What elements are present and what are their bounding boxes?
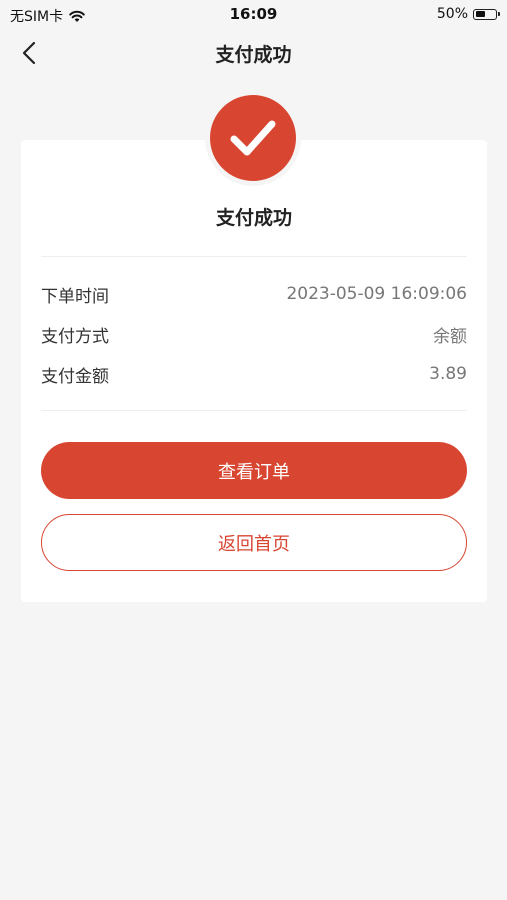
result-title: 支付成功 [215,207,292,229]
battery-percent: 50% [436,6,468,22]
order-time-label: 下单时间 [41,286,109,307]
payment-method-label: 支付方式 [41,326,109,347]
status-bar: 无SIM卡 16:09 50% [0,0,507,28]
order-time-row: 下单时间 2023-05-09 16:09:06 [41,281,467,307]
back-home-button[interactable]: 返回首页 [41,514,467,571]
payment-amount-label: 支付金额 [41,366,109,387]
view-order-button[interactable]: 查看订单 [41,442,467,499]
success-badge [205,90,301,186]
payment-amount-value: 3.89 [429,364,467,384]
divider-bottom [41,410,467,411]
divider-top [41,256,467,257]
payment-method-value: 余额 [433,326,467,347]
payment-method-row: 支付方式 余额 [41,321,467,347]
checkmark-icon [230,120,276,156]
battery-fill [475,11,485,17]
success-circle [210,95,296,181]
status-time: 16:09 [229,5,278,23]
battery-icon [473,8,500,20]
order-time-value: 2023-05-09 16:09:06 [286,284,467,304]
payment-amount-row: 支付金额 3.89 [41,361,467,387]
nav-bar: 支付成功 [0,28,507,78]
page-title: 支付成功 [215,44,292,66]
battery-status: 50% [436,6,500,22]
